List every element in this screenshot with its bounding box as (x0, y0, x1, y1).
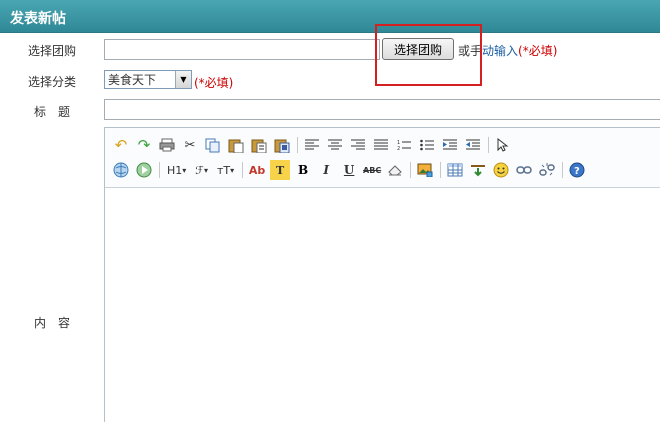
font-family-dropdown[interactable]: ℱ ▾ (192, 160, 211, 180)
toolbar-row-2: H1 ▾ ℱ ▾ тT ▾ Ab T B I U ABC ? (111, 159, 660, 181)
category-required: (*必填) (194, 76, 234, 90)
font-size-dropdown[interactable]: тT ▾ (214, 160, 237, 180)
unordered-list-icon[interactable] (417, 135, 437, 155)
chevron-down-icon[interactable]: ▼ (175, 71, 191, 88)
outdent-icon[interactable] (463, 135, 483, 155)
manual-input-link[interactable]: 动输入 (482, 44, 518, 58)
strikethrough-button[interactable]: ABC (362, 160, 382, 180)
align-justify-icon[interactable] (371, 135, 391, 155)
highlight-label: T (276, 163, 285, 177)
editor-toolbar: ↶ ↷ ✂ 1 2 H1 ▾ ℱ ▾ тT ▾ Ab T B I U ABC ? (105, 128, 660, 188)
heading-dropdown[interactable]: H1 ▾ (164, 160, 189, 180)
strike-label: ABC (363, 165, 382, 175)
required-mark: (*必填) (518, 44, 558, 58)
redo-icon[interactable]: ↷ (134, 135, 154, 155)
eraser-icon[interactable] (385, 160, 405, 180)
font-family-label: ℱ (195, 163, 204, 177)
align-right-icon[interactable] (348, 135, 368, 155)
help-icon[interactable]: ? (567, 160, 587, 180)
toolbar-separator (410, 162, 412, 178)
font-color-label: Ab (248, 163, 266, 177)
toolbar-separator (488, 137, 489, 153)
title-label: 标 题 (34, 105, 71, 119)
align-left-icon[interactable] (302, 135, 322, 155)
copy-icon[interactable] (203, 135, 223, 155)
select-group-button[interactable]: 选择团购 (382, 38, 454, 60)
undo-icon[interactable]: ↶ (111, 135, 131, 155)
content-label: 内 容 (34, 316, 71, 330)
toolbar-separator (242, 162, 244, 178)
highlight-color-button[interactable]: T (270, 160, 291, 180)
font-color-button[interactable]: Ab (247, 160, 267, 180)
group-input[interactable] (104, 39, 380, 60)
indent-icon[interactable] (440, 135, 460, 155)
toolbar-separator (159, 162, 160, 178)
toolbar-separator (440, 162, 442, 178)
cursor-select-icon[interactable] (493, 135, 513, 155)
page-title: 发表新帖 (10, 11, 66, 27)
italic-button[interactable]: I (316, 160, 336, 180)
bold-button[interactable]: B (293, 160, 313, 180)
editor-content-area[interactable] (105, 188, 660, 422)
print-icon[interactable] (157, 135, 177, 155)
toolbar-row-1: ↶ ↷ ✂ 1 2 (111, 134, 660, 156)
media-play-icon[interactable] (134, 160, 154, 180)
svg-text:2: 2 (397, 146, 400, 151)
ordered-list-icon[interactable]: 12 (394, 135, 414, 155)
title-input[interactable] (104, 99, 660, 120)
paste-word-icon[interactable] (272, 135, 292, 155)
rich-text-editor: ↶ ↷ ✂ 1 2 H1 ▾ ℱ ▾ тT ▾ Ab T B I U ABC ? (104, 127, 660, 422)
toolbar-separator (297, 137, 298, 153)
toolbar-separator (562, 162, 564, 178)
page-header: 发表新帖 (0, 0, 660, 33)
underline-button[interactable]: U (339, 160, 359, 180)
heading-label: H1 (167, 163, 183, 177)
group-label: 选择团购 (28, 44, 77, 58)
horizontal-rule-icon[interactable] (468, 160, 488, 180)
manual-input-hint: 或手动输入(*必填) (458, 42, 557, 59)
cut-icon[interactable]: ✂ (180, 135, 200, 155)
category-value: 美食天下 (108, 73, 157, 87)
svg-text:?: ? (574, 166, 580, 177)
emoticon-icon[interactable] (491, 160, 511, 180)
unlink-icon[interactable] (537, 160, 557, 180)
font-size-label: тT (216, 163, 231, 177)
paste-text-icon[interactable] (249, 135, 269, 155)
paste-icon[interactable] (226, 135, 246, 155)
image-icon[interactable] (415, 160, 435, 180)
table-icon[interactable] (445, 160, 465, 180)
manual-prefix: 或手 (458, 44, 483, 58)
category-label: 选择分类 (28, 75, 77, 89)
link-icon[interactable] (514, 160, 534, 180)
align-center-icon[interactable] (325, 135, 345, 155)
category-select[interactable]: 美食天下 ▼ (104, 70, 192, 89)
globe-icon[interactable] (111, 160, 131, 180)
